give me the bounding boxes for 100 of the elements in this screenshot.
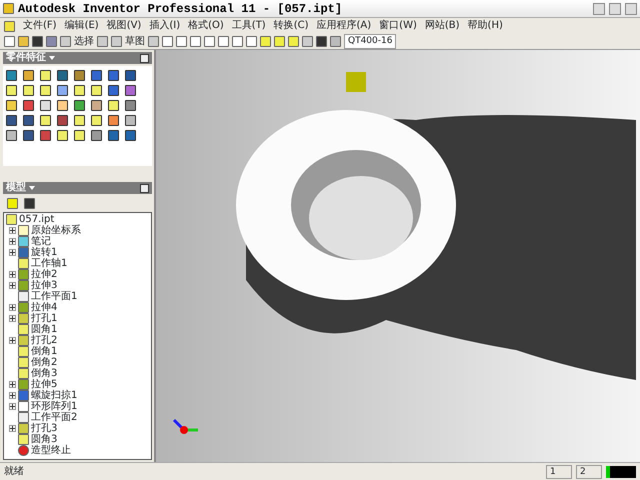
feature-tool-icon[interactable] [108, 115, 119, 126]
toolbar-icon[interactable] [32, 36, 43, 47]
menu-item[interactable]: 格式(O) [188, 19, 224, 33]
menu-item[interactable]: 插入(I) [149, 19, 180, 33]
tree-item[interactable]: 原始坐标系 [31, 225, 81, 236]
feature-tool-icon[interactable] [40, 115, 51, 126]
expand-icon[interactable] [9, 392, 16, 399]
expand-icon[interactable] [9, 271, 16, 278]
feature-tool-icon[interactable] [91, 115, 102, 126]
toolbar-icon[interactable] [330, 36, 341, 47]
toolbar-icon[interactable] [190, 36, 201, 47]
feature-tool-icon[interactable] [40, 70, 51, 81]
close-button[interactable] [625, 2, 637, 14]
minimize-button[interactable] [593, 2, 605, 14]
feature-tool-icon[interactable] [40, 85, 51, 96]
feature-tool-icon[interactable] [91, 130, 102, 141]
menu-item[interactable]: 视图(V) [106, 19, 142, 33]
menu-item[interactable]: 转换(C) [274, 19, 309, 33]
menu-item[interactable]: 网站(B) [424, 19, 460, 33]
tree-item[interactable]: 打孔1 [31, 313, 58, 324]
feature-tool-icon[interactable] [23, 70, 34, 81]
expand-icon[interactable] [9, 227, 16, 234]
expand-icon[interactable] [9, 304, 16, 311]
menu-item[interactable]: 窗口(W) [379, 19, 417, 33]
toolbar-icon[interactable] [246, 36, 257, 47]
feature-tool-icon[interactable] [6, 100, 17, 111]
feature-tool-icon[interactable] [57, 100, 68, 111]
toolbar-icon[interactable] [232, 36, 243, 47]
panel-title: 模型 [6, 182, 26, 194]
tree-item[interactable]: 打孔3 [31, 423, 58, 434]
toolbar-icon[interactable] [111, 36, 122, 47]
tree-item[interactable]: 拉伸2 [31, 269, 58, 280]
toolbar-icon[interactable] [4, 36, 15, 47]
feature-tool-icon[interactable] [108, 100, 119, 111]
toolbar-icon[interactable] [176, 36, 187, 47]
sketch-button[interactable]: 草图 [125, 34, 145, 48]
feature-tool-icon[interactable] [74, 100, 85, 111]
toolbar-icon[interactable] [274, 36, 285, 47]
menu-item[interactable]: 帮助(H) [468, 19, 503, 33]
feature-tool-icon[interactable] [91, 100, 102, 111]
tree-item[interactable]: 工作轴1 [31, 258, 68, 269]
axis-triad-icon [172, 418, 198, 434]
feature-tool-icon[interactable] [74, 130, 85, 141]
caret-icon[interactable] [49, 56, 55, 60]
feature-tool-icon[interactable] [6, 85, 17, 96]
toolbar-icon[interactable] [218, 36, 229, 47]
caret-icon[interactable] [29, 186, 35, 190]
feature-tool-icon[interactable] [74, 115, 85, 126]
feature-tool-icon[interactable] [74, 85, 85, 96]
feature-tool-icon[interactable] [57, 130, 68, 141]
toolbar-icon[interactable] [316, 36, 327, 47]
tree-item[interactable]: 工作平面1 [31, 291, 78, 302]
feature-tool-icon[interactable] [91, 85, 102, 96]
tree-item[interactable]: 拉伸3 [31, 280, 58, 291]
feature-tool-icon[interactable] [57, 85, 68, 96]
toolbar-icon[interactable] [162, 36, 173, 47]
expand-icon[interactable] [9, 238, 16, 245]
tree-item[interactable]: 打孔2 [31, 335, 58, 346]
expand-icon[interactable] [9, 315, 16, 322]
feature-tool-icon[interactable] [40, 100, 51, 111]
tree-item[interactable]: 倒角2 [31, 357, 58, 368]
select-button[interactable]: 选择 [74, 34, 94, 48]
feature-tool-icon[interactable] [125, 115, 136, 126]
expand-icon[interactable] [9, 249, 16, 256]
tree-item[interactable]: 造型终止 [31, 445, 71, 456]
tree-item[interactable]: 拉伸4 [31, 302, 58, 313]
tree-item[interactable]: 057.ipt [19, 214, 54, 225]
expand-icon[interactable] [9, 381, 16, 388]
help-icon[interactable] [140, 184, 149, 192]
tree-item[interactable]: 倒角3 [31, 368, 58, 379]
expand-icon[interactable] [9, 337, 16, 344]
toolbar-icon[interactable] [302, 36, 313, 47]
help-icon[interactable] [140, 54, 149, 62]
feature-tool-icon[interactable] [23, 85, 34, 96]
tree-item[interactable]: 拉伸5 [31, 379, 58, 390]
tree-item[interactable]: 环形阵列1 [31, 401, 78, 412]
maximize-button[interactable] [609, 2, 621, 14]
toolbar-icon[interactable] [288, 36, 299, 47]
menu-item[interactable]: 编辑(E) [64, 19, 99, 33]
tree-item[interactable]: 笔记 [31, 236, 51, 247]
expand-icon[interactable] [9, 282, 16, 289]
toolbar-icon[interactable] [18, 36, 29, 47]
tree-item[interactable]: 旋转1 [31, 247, 58, 258]
expand-icon[interactable] [9, 403, 16, 410]
toolbar-icon[interactable] [60, 36, 71, 47]
tree-item[interactable]: 螺旋扫掠1 [31, 390, 78, 401]
tree-item[interactable]: 圆角1 [31, 324, 58, 335]
tree-item[interactable]: 倒角1 [31, 346, 58, 357]
menu-item[interactable]: 应用程序(A) [316, 19, 372, 33]
expand-icon[interactable] [9, 425, 16, 432]
toolbar-icon[interactable] [204, 36, 215, 47]
toolbar-icon[interactable] [97, 36, 108, 47]
feature-tool-icon[interactable] [6, 130, 17, 141]
tree-item[interactable]: 工作平面2 [31, 412, 78, 423]
menu-item[interactable]: 工具(T) [232, 19, 266, 33]
toolbar-icon[interactable] [148, 36, 159, 47]
menu-item[interactable]: 文件(F) [23, 19, 57, 33]
tree-item[interactable]: 圆角3 [31, 434, 58, 445]
toolbar-icon[interactable] [260, 36, 271, 47]
color-style-field[interactable]: QT400-16 [344, 34, 396, 49]
